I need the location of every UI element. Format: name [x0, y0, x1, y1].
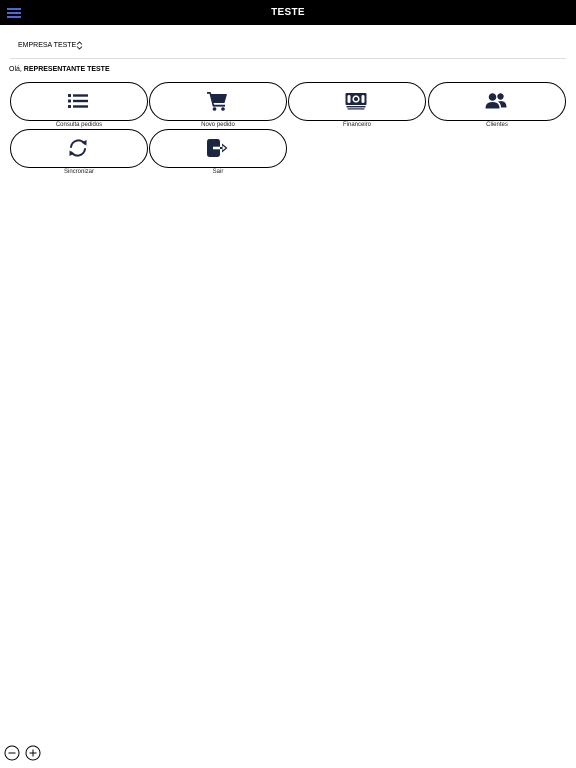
- zoom-out-icon[interactable]: [4, 745, 20, 761]
- menu-tile-label: Consulta pedidos: [55, 122, 103, 128]
- menu-tile-label: Novo pedido: [201, 122, 235, 128]
- menu-tile-sincronizar[interactable]: Sincronizar: [10, 129, 148, 175]
- menu-tile-label: Clientes: [486, 122, 508, 128]
- menu-tile-clientes[interactable]: Clientes: [428, 82, 566, 128]
- sort-arrows-icon: [76, 41, 83, 50]
- menu-tile-financeiro[interactable]: Financeiro: [288, 82, 426, 128]
- menu-tile-sair[interactable]: Sair: [149, 129, 287, 175]
- menu-tile-novo-pedido[interactable]: Novo pedido: [149, 82, 287, 128]
- menu-tile-label: Sincronizar: [63, 169, 94, 175]
- company-name: EMPRESA TESTE: [18, 42, 77, 49]
- money-icon: [345, 93, 367, 110]
- users-icon: [485, 93, 507, 109]
- list-icon: [68, 94, 88, 108]
- app-header: TESTE: [0, 0, 576, 25]
- company-selector[interactable]: EMPRESA TESTE: [10, 40, 566, 59]
- greeting-prefix: Olá,: [9, 66, 22, 73]
- logout-icon: [207, 139, 228, 157]
- page-title: TESTE: [271, 7, 305, 18]
- greeting: Olá, REPRESENTANTE TESTE: [9, 66, 110, 73]
- sync-icon: [69, 139, 87, 157]
- representative-name: REPRESENTANTE TESTE: [23, 66, 110, 73]
- menu-tile-consulta-pedidos[interactable]: Consulta pedidos: [10, 82, 148, 128]
- menu-tile-label: Sair: [212, 169, 224, 175]
- zoom-in-icon[interactable]: [25, 745, 41, 761]
- cart-icon: [207, 92, 227, 111]
- menu-tile-label: Financeiro: [342, 122, 371, 128]
